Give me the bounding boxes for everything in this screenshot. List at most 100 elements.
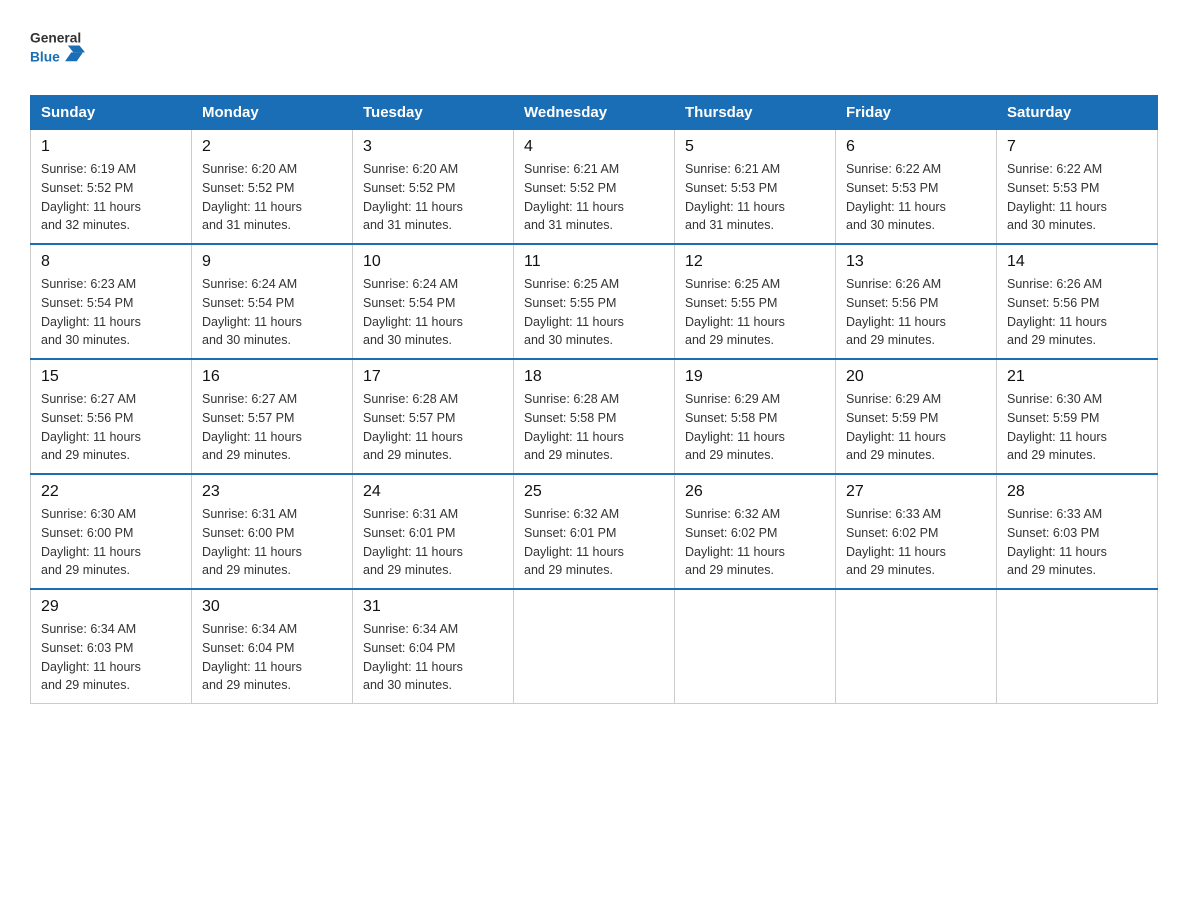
day-info: Sunrise: 6:34 AMSunset: 6:03 PMDaylight:… [41,620,181,695]
day-info: Sunrise: 6:30 AMSunset: 5:59 PMDaylight:… [1007,390,1147,465]
day-number: 29 [41,598,181,616]
day-number: 12 [685,253,825,271]
calendar-cell: 15 Sunrise: 6:27 AMSunset: 5:56 PMDayligh… [31,359,192,474]
day-number: 4 [524,138,664,156]
header-sunday: Sunday [31,96,192,130]
calendar-cell: 2 Sunrise: 6:20 AMSunset: 5:52 PMDaylight… [192,130,353,245]
calendar-cell: 7 Sunrise: 6:22 AMSunset: 5:53 PMDaylight… [997,130,1158,245]
day-info: Sunrise: 6:34 AMSunset: 6:04 PMDaylight:… [363,620,503,695]
day-number: 1 [41,138,181,156]
calendar-cell: 19 Sunrise: 6:29 AMSunset: 5:58 PMDayligh… [675,359,836,474]
day-number: 30 [202,598,342,616]
day-number: 23 [202,483,342,501]
calendar-cell: 16 Sunrise: 6:27 AMSunset: 5:57 PMDayligh… [192,359,353,474]
day-number: 19 [685,368,825,386]
calendar-cell: 24 Sunrise: 6:31 AMSunset: 6:01 PMDayligh… [353,474,514,589]
day-number: 22 [41,483,181,501]
calendar-cell [997,589,1158,704]
day-number: 27 [846,483,986,501]
calendar-cell: 17Sunrise: 6:28 AMSunset: 5:57 PMDayligh… [353,359,514,474]
day-info: Sunrise: 6:27 AMSunset: 5:57 PMDaylight:… [202,390,342,465]
logo-icon: General Blue [30,20,85,75]
day-info: Sunrise: 6:27 AMSunset: 5:56 PMDaylight:… [41,390,181,465]
calendar-cell: 28 Sunrise: 6:33 AMSunset: 6:03 PMDayligh… [997,474,1158,589]
day-info: Sunrise: 6:33 AMSunset: 6:02 PMDaylight:… [846,505,986,580]
header-saturday: Saturday [997,96,1158,130]
calendar-cell: 14Sunrise: 6:26 AMSunset: 5:56 PMDayligh… [997,244,1158,359]
week-row-3: 15 Sunrise: 6:27 AMSunset: 5:56 PMDayligh… [31,359,1158,474]
calendar-cell: 29 Sunrise: 6:34 AMSunset: 6:03 PMDayligh… [31,589,192,704]
calendar-cell: 23 Sunrise: 6:31 AMSunset: 6:00 PMDayligh… [192,474,353,589]
header-monday: Monday [192,96,353,130]
day-info: Sunrise: 6:25 AMSunset: 5:55 PMDaylight:… [685,275,825,350]
day-number: 16 [202,368,342,386]
calendar-cell [675,589,836,704]
week-row-5: 29 Sunrise: 6:34 AMSunset: 6:03 PMDayligh… [31,589,1158,704]
day-number: 25 [524,483,664,501]
day-number: 14 [1007,253,1147,271]
calendar-cell: 1 Sunrise: 6:19 AMSunset: 5:52 PMDaylight… [31,130,192,245]
week-row-4: 22 Sunrise: 6:30 AMSunset: 6:00 PMDayligh… [31,474,1158,589]
calendar-cell: 26Sunrise: 6:32 AMSunset: 6:02 PMDayligh… [675,474,836,589]
calendar-cell: 8 Sunrise: 6:23 AMSunset: 5:54 PMDaylight… [31,244,192,359]
day-info: Sunrise: 6:21 AMSunset: 5:53 PMDaylight:… [685,160,825,235]
calendar-cell: 22 Sunrise: 6:30 AMSunset: 6:00 PMDayligh… [31,474,192,589]
calendar-cell [514,589,675,704]
calendar-cell: 12 Sunrise: 6:25 AMSunset: 5:55 PMDayligh… [675,244,836,359]
calendar-cell: 6 Sunrise: 6:22 AMSunset: 5:53 PMDaylight… [836,130,997,245]
day-info: Sunrise: 6:29 AMSunset: 5:59 PMDaylight:… [846,390,986,465]
day-info: Sunrise: 6:20 AMSunset: 5:52 PMDaylight:… [202,160,342,235]
day-number: 2 [202,138,342,156]
header-tuesday: Tuesday [353,96,514,130]
calendar-cell: 31 Sunrise: 6:34 AMSunset: 6:04 PMDayligh… [353,589,514,704]
day-number: 18 [524,368,664,386]
day-info: Sunrise: 6:31 AMSunset: 6:01 PMDaylight:… [363,505,503,580]
day-info: Sunrise: 6:20 AMSunset: 5:52 PMDaylight:… [363,160,503,235]
header-thursday: Thursday [675,96,836,130]
svg-text:Blue: Blue [30,49,60,64]
day-number: 21 [1007,368,1147,386]
calendar-cell: 21 Sunrise: 6:30 AMSunset: 5:59 PMDayligh… [997,359,1158,474]
day-info: Sunrise: 6:26 AMSunset: 5:56 PMDaylight:… [846,275,986,350]
day-number: 9 [202,253,342,271]
day-number: 10 [363,253,503,271]
day-info: Sunrise: 6:25 AMSunset: 5:55 PMDaylight:… [524,275,664,350]
day-number: 8 [41,253,181,271]
calendar-cell: 9 Sunrise: 6:24 AMSunset: 5:54 PMDaylight… [192,244,353,359]
day-info: Sunrise: 6:23 AMSunset: 5:54 PMDaylight:… [41,275,181,350]
day-info: Sunrise: 6:19 AMSunset: 5:52 PMDaylight:… [41,160,181,235]
day-info: Sunrise: 6:22 AMSunset: 5:53 PMDaylight:… [846,160,986,235]
calendar-cell [836,589,997,704]
calendar-cell: 3Sunrise: 6:20 AMSunset: 5:52 PMDaylight… [353,130,514,245]
header: General Blue [30,20,1158,75]
calendar-cell: 4 Sunrise: 6:21 AMSunset: 5:52 PMDaylight… [514,130,675,245]
day-number: 13 [846,253,986,271]
day-info: Sunrise: 6:31 AMSunset: 6:00 PMDaylight:… [202,505,342,580]
day-info: Sunrise: 6:28 AMSunset: 5:58 PMDaylight:… [524,390,664,465]
day-number: 28 [1007,483,1147,501]
calendar-cell: 18 Sunrise: 6:28 AMSunset: 5:58 PMDayligh… [514,359,675,474]
calendar-cell: 25Sunrise: 6:32 AMSunset: 6:01 PMDayligh… [514,474,675,589]
day-info: Sunrise: 6:29 AMSunset: 5:58 PMDaylight:… [685,390,825,465]
calendar-cell: 20Sunrise: 6:29 AMSunset: 5:59 PMDayligh… [836,359,997,474]
calendar-table: SundayMondayTuesdayWednesdayThursdayFrid… [30,95,1158,704]
calendar-cell: 13 Sunrise: 6:26 AMSunset: 5:56 PMDayligh… [836,244,997,359]
day-info: Sunrise: 6:22 AMSunset: 5:53 PMDaylight:… [1007,160,1147,235]
day-info: Sunrise: 6:33 AMSunset: 6:03 PMDaylight:… [1007,505,1147,580]
day-info: Sunrise: 6:30 AMSunset: 6:00 PMDaylight:… [41,505,181,580]
day-number: 15 [41,368,181,386]
calendar-cell: 5Sunrise: 6:21 AMSunset: 5:53 PMDaylight… [675,130,836,245]
logo: General Blue [30,20,85,75]
day-number: 7 [1007,138,1147,156]
week-row-1: 1 Sunrise: 6:19 AMSunset: 5:52 PMDaylight… [31,130,1158,245]
day-number: 31 [363,598,503,616]
day-number: 11 [524,253,664,271]
day-number: 24 [363,483,503,501]
svg-text:General: General [30,31,81,46]
day-info: Sunrise: 6:34 AMSunset: 6:04 PMDaylight:… [202,620,342,695]
day-info: Sunrise: 6:24 AMSunset: 5:54 PMDaylight:… [202,275,342,350]
day-info: Sunrise: 6:21 AMSunset: 5:52 PMDaylight:… [524,160,664,235]
day-number: 6 [846,138,986,156]
calendar-header-row: SundayMondayTuesdayWednesdayThursdayFrid… [31,96,1158,130]
day-info: Sunrise: 6:28 AMSunset: 5:57 PMDaylight:… [363,390,503,465]
